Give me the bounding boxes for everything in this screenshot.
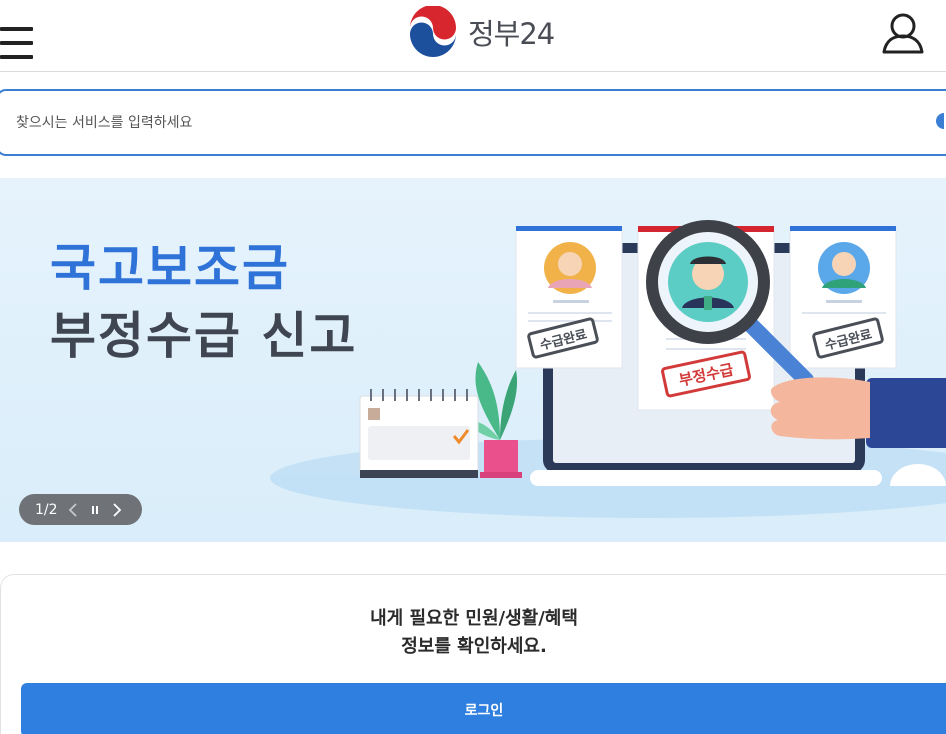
search-input[interactable] [16,111,816,135]
hamburger-menu-icon[interactable] [0,14,34,59]
login-message-line1: 내게 필요한 민원/생활/혜택 [370,608,578,629]
gov24-logo[interactable]: 정부24 [406,6,555,58]
search-box [0,89,946,156]
taegeuk-logo-icon [408,6,458,57]
slide-counter: 1/2 [35,501,58,518]
top-header: 정부24 [0,0,946,72]
banner-title-line2: 부정수급 신고 [50,307,358,365]
logo-text: 정부24 [468,17,555,51]
slide-controls: 1/2 [19,494,142,525]
user-icon[interactable] [880,12,926,54]
login-button[interactable]: 로그인 [21,683,946,734]
chevron-left-icon[interactable] [66,500,80,520]
login-message-line2: 정보를 확인하세요. [401,636,547,657]
login-card: 내게 필요한 민원/생활/혜택 정보를 확인하세요. 로그인 [0,574,946,734]
chevron-right-icon[interactable] [110,500,124,520]
search-icon[interactable] [936,113,944,129]
banner-title-line1: 국고보조금 [50,239,290,297]
pause-icon[interactable] [88,500,102,520]
login-message: 내게 필요한 민원/생활/혜택 정보를 확인하세요. [1,605,946,661]
promo-banner[interactable]: 수급완료 수급완료 부정수급 국고보조금 부정수급 신고 1/2 [0,178,946,542]
